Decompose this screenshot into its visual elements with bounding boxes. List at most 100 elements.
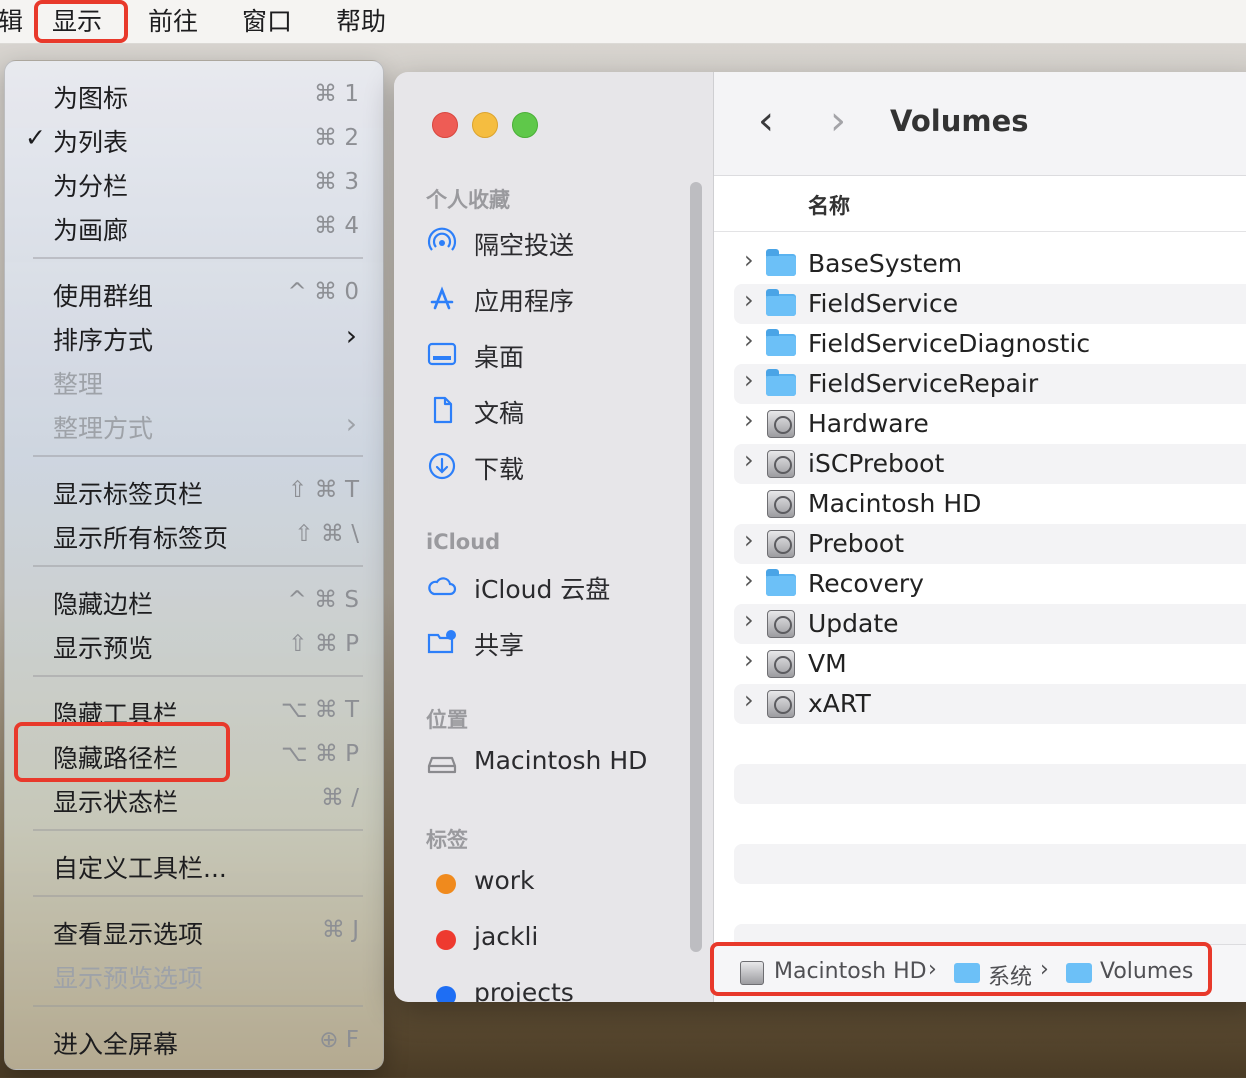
menu-item-as-columns[interactable]: 为分栏 ⌘ 3 [5, 161, 385, 205]
menu-item-show-all-tabs[interactable]: 显示所有标签页 ⇧ ⌘ \ [5, 513, 385, 557]
menu-item-hide-sidebar[interactable]: 隐藏边栏 ^ ⌘ S [5, 579, 385, 623]
disclosure-chevron-icon[interactable]: › [744, 646, 754, 674]
empty-row [734, 764, 1246, 804]
menu-item-clean-up-by: 整理方式 › [5, 403, 385, 447]
sidebar-scrollbar[interactable] [690, 182, 702, 952]
file-name: Macintosh HD [808, 489, 982, 518]
tag-blue-dot-icon [436, 986, 456, 1002]
path-separator-icon: › [928, 957, 937, 982]
menu-item-shortcut: ⌥ ⌘ T [280, 697, 359, 723]
disk-icon [766, 408, 798, 438]
file-row-xart[interactable]: › xART [734, 684, 1246, 724]
menu-item-show-preview[interactable]: 显示预览 ⇧ ⌘ P [5, 623, 385, 667]
sidebar-item-tag-projects[interactable]: projects [394, 972, 694, 1002]
sidebar-item-shared[interactable]: 共享 [394, 620, 694, 664]
file-row-vm[interactable]: › VM [734, 644, 1246, 684]
close-window-button[interactable] [432, 112, 458, 138]
disclosure-chevron-icon[interactable]: › [744, 606, 754, 634]
applications-icon [426, 282, 458, 314]
menu-item-enter-full-screen[interactable]: 进入全屏幕 ⊕ F [5, 1019, 385, 1063]
disk-icon [766, 648, 798, 678]
menu-item-label: 显示状态栏 [53, 788, 179, 817]
menu-item-label: 显示预览选项 [53, 964, 204, 993]
sidebar-item-airdrop[interactable]: 隔空投送 [394, 220, 694, 264]
disclosure-chevron-icon[interactable]: › [744, 686, 754, 714]
menu-go[interactable]: 前往 [140, 4, 206, 40]
disk-icon [740, 961, 764, 985]
path-segment-system[interactable]: 系统 [988, 959, 1032, 991]
disclosure-chevron-icon[interactable]: › [744, 566, 754, 594]
menu-item-show-status-bar[interactable]: 显示状态栏 ⌘ / [5, 777, 385, 821]
file-row-macintosh-hd[interactable]: Macintosh HD [734, 484, 1246, 524]
file-row-hardware[interactable]: › Hardware [734, 404, 1246, 444]
menu-item-hide-toolbar[interactable]: 隐藏工具栏 ⌥ ⌘ T [5, 689, 385, 733]
sidebar-item-macintosh-hd[interactable]: Macintosh HD [394, 740, 694, 784]
disclosure-chevron-icon[interactable]: › [744, 326, 754, 354]
disclosure-chevron-icon[interactable]: › [744, 406, 754, 434]
sidebar-item-tag-work[interactable]: work [394, 860, 694, 904]
sidebar-item-applications[interactable]: 应用程序 [394, 276, 694, 320]
menu-item-as-list[interactable]: ✓ 为列表 ⌘ 2 [5, 117, 385, 161]
file-row-fieldservice[interactable]: › FieldService [734, 284, 1246, 324]
menu-bar: 辑 显示 前往 窗口 帮助 [0, 0, 1246, 44]
menu-help[interactable]: 帮助 [328, 4, 394, 40]
file-row-fieldservicediagnostic[interactable]: › FieldServiceDiagnostic [734, 324, 1246, 364]
file-row-preboot[interactable]: › Preboot [734, 524, 1246, 564]
disclosure-chevron-icon[interactable]: › [744, 366, 754, 394]
minimize-window-button[interactable] [472, 112, 498, 138]
file-name: FieldServiceDiagnostic [808, 329, 1091, 358]
menu-item-shortcut: ⌘ 1 [314, 81, 359, 107]
shared-folder-icon [426, 626, 458, 658]
sidebar-item-icloud-drive[interactable]: iCloud 云盘 [394, 564, 694, 608]
menu-item-show-view-options[interactable]: 查看显示选项 ⌘ J [5, 909, 385, 953]
file-row-update[interactable]: › Update [734, 604, 1246, 644]
menu-item-shortcut: ⌥ ⌘ P [281, 741, 359, 767]
menu-item-use-groups[interactable]: 使用群组 ^ ⌘ 0 [5, 271, 385, 315]
checkmark-icon: ✓ [25, 123, 46, 152]
menu-item-shortcut: ⊕ F [319, 1027, 359, 1053]
menu-separator [33, 675, 363, 677]
sidebar-item-label: projects [474, 978, 574, 1002]
file-row-recovery[interactable]: › Recovery [734, 564, 1246, 604]
menu-item-show-tab-bar[interactable]: 显示标签页栏 ⇧ ⌘ T [5, 469, 385, 513]
menu-item-sort-by[interactable]: 排序方式 › [5, 315, 385, 359]
file-row-fieldservicerepair[interactable]: › FieldServiceRepair [734, 364, 1246, 404]
sidebar-item-desktop[interactable]: 桌面 [394, 332, 694, 376]
file-row-basesystem[interactable]: › BaseSystem [734, 244, 1246, 284]
menu-window[interactable]: 窗口 [234, 4, 300, 40]
disclosure-chevron-icon[interactable]: › [744, 246, 754, 274]
folder-icon [766, 288, 798, 318]
back-chevron-icon[interactable]: ‹ [758, 98, 774, 144]
menu-item-hide-path-bar[interactable]: 隐藏路径栏 ⌥ ⌘ P [5, 733, 385, 777]
menu-edit[interactable]: 辑 [0, 4, 31, 40]
path-segment-volumes[interactable]: Volumes [1100, 959, 1193, 984]
menu-item-shortcut: ⌘ J [321, 917, 359, 943]
disclosure-chevron-icon[interactable]: › [744, 446, 754, 474]
file-name: Recovery [808, 569, 924, 598]
sidebar-item-label: 桌面 [474, 343, 525, 372]
menu-separator [33, 895, 363, 897]
sidebar-item-label: 隔空投送 [474, 231, 575, 260]
menu-view[interactable]: 显示 [44, 4, 110, 40]
menu-item-customize-toolbar[interactable]: 自定义工具栏... [5, 843, 385, 887]
sidebar-item-label: iCloud 云盘 [474, 575, 611, 604]
file-name: FieldService [808, 289, 959, 318]
disk-icon [766, 608, 798, 638]
folder-icon [766, 248, 798, 278]
file-name: Update [808, 609, 899, 638]
forward-chevron-icon[interactable]: › [830, 98, 846, 144]
disclosure-chevron-icon[interactable]: › [744, 286, 754, 314]
menu-item-as-icons[interactable]: 为图标 ⌘ 1 [5, 73, 385, 117]
menu-item-as-gallery[interactable]: 为画廊 ⌘ 4 [5, 205, 385, 249]
file-name: FieldServiceRepair [808, 369, 1039, 398]
sidebar-item-downloads[interactable]: 下载 [394, 444, 694, 488]
path-separator-icon: › [1040, 957, 1049, 982]
column-header-name[interactable]: 名称 [808, 190, 850, 220]
sidebar-item-label: Macintosh HD [474, 746, 648, 775]
path-segment-macintosh-hd[interactable]: Macintosh HD [774, 959, 927, 984]
sidebar-item-documents[interactable]: 文稿 [394, 388, 694, 432]
zoom-window-button[interactable] [512, 112, 538, 138]
file-row-iscpreboot[interactable]: › iSCPreboot [734, 444, 1246, 484]
sidebar-item-tag-jackli[interactable]: jackli [394, 916, 694, 960]
disclosure-chevron-icon[interactable]: › [744, 526, 754, 554]
